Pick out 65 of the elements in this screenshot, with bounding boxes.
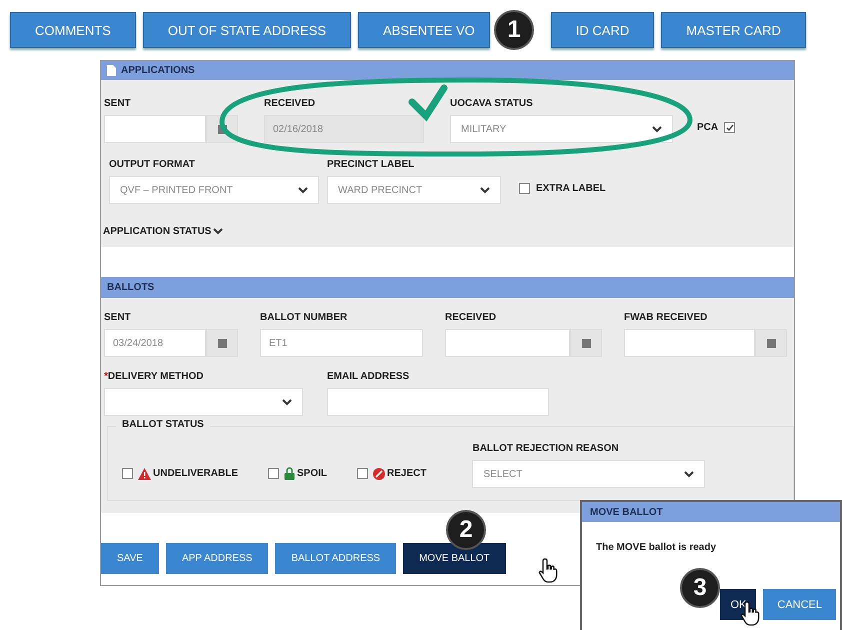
checkbox-label: UNDELIVERABLE: [153, 468, 238, 479]
input-field[interactable]: [327, 388, 549, 416]
field-label: BALLOT NUMBER: [260, 312, 348, 323]
input-field[interactable]: [104, 115, 206, 143]
select-field[interactable]: MILITARY: [450, 115, 673, 143]
warning-icon: [138, 468, 151, 480]
action-button[interactable]: MOVE BALLOT: [403, 543, 506, 574]
chevron-down-icon: [684, 470, 694, 478]
tab-button[interactable]: MASTER CARD: [661, 12, 806, 48]
field-label: EMAIL ADDRESS: [327, 371, 410, 382]
checkbox[interactable]: [268, 468, 280, 479]
field-label: PRECINCT LABEL: [327, 159, 414, 170]
action-button[interactable]: APP ADDRESS: [166, 543, 268, 574]
field-label: SENT: [104, 312, 131, 323]
field-label: RECEIVED: [445, 312, 496, 323]
chevron-down-icon: [213, 228, 224, 235]
chevron-down-icon: [652, 126, 662, 132]
checkbox-label: SPOIL: [297, 468, 328, 479]
field-label: DELIVERY METHOD: [108, 371, 204, 382]
field-label: SENT: [104, 98, 131, 109]
checkbox-label: PCA: [697, 122, 718, 133]
field-label: RECEIVED: [264, 98, 316, 109]
select-field[interactable]: [104, 388, 303, 416]
chevron-down-icon: [480, 186, 490, 194]
dialog-button[interactable]: CANCEL: [763, 589, 836, 620]
tab-button[interactable]: ID CARD: [550, 12, 654, 48]
input-field[interactable]: [445, 329, 570, 357]
tab-button[interactable]: OUT OF STATE ADDRESS: [142, 12, 352, 48]
chevron-down-icon: [298, 186, 308, 194]
dialog-message: The MOVE ballot is ready: [595, 541, 718, 553]
group-legend: BALLOT STATUS: [116, 419, 210, 430]
select-field[interactable]: QVF – PRINTED FRONT: [109, 176, 319, 204]
input-field[interactable]: 03/24/2018: [104, 329, 206, 357]
required-mark: *: [104, 371, 108, 382]
lock-icon: [284, 467, 296, 480]
select-field[interactable]: WARD PRECINCT: [327, 176, 501, 204]
select-field[interactable]: SELECT: [472, 460, 706, 488]
calendar-icon: [766, 338, 776, 348]
calendar-icon: [218, 338, 226, 348]
field-label: BALLOT REJECTION REASON: [472, 443, 619, 454]
checkbox-label: EXTRA LABEL: [536, 183, 606, 194]
action-button[interactable]: SAVE: [101, 543, 159, 574]
checkbox[interactable]: [122, 468, 133, 479]
input-field[interactable]: ET1: [260, 329, 423, 357]
field-label: FWAB RECEIVED: [624, 312, 708, 323]
input-field[interactable]: [624, 329, 755, 357]
tab-button[interactable]: ABSENTEE VO: [358, 12, 490, 48]
field-label: OUTPUT FORMAT: [109, 159, 195, 170]
document-icon: [107, 65, 116, 76]
tab-button[interactable]: COMMENTS: [10, 12, 136, 48]
section-title: APPLICATIONS: [121, 65, 195, 76]
checkbox-label: REJECT: [387, 468, 426, 479]
field-label: UOCAVA STATUS: [450, 98, 533, 109]
checkbox[interactable]: [357, 468, 368, 479]
action-button[interactable]: BALLOT ADDRESS: [275, 543, 396, 574]
checkbox[interactable]: [724, 122, 736, 133]
check-mark-icon: [408, 84, 448, 122]
reject-icon: [373, 468, 386, 480]
section-title: BALLOTS: [107, 282, 154, 293]
field-label: APPLICATION STATUS: [103, 226, 212, 237]
checkbox[interactable]: [519, 183, 530, 194]
chevron-down-icon: [282, 398, 292, 406]
calendar-icon: [582, 338, 590, 348]
dialog-title: MOVE BALLOT: [590, 506, 663, 518]
step-badge: 1: [494, 10, 534, 50]
